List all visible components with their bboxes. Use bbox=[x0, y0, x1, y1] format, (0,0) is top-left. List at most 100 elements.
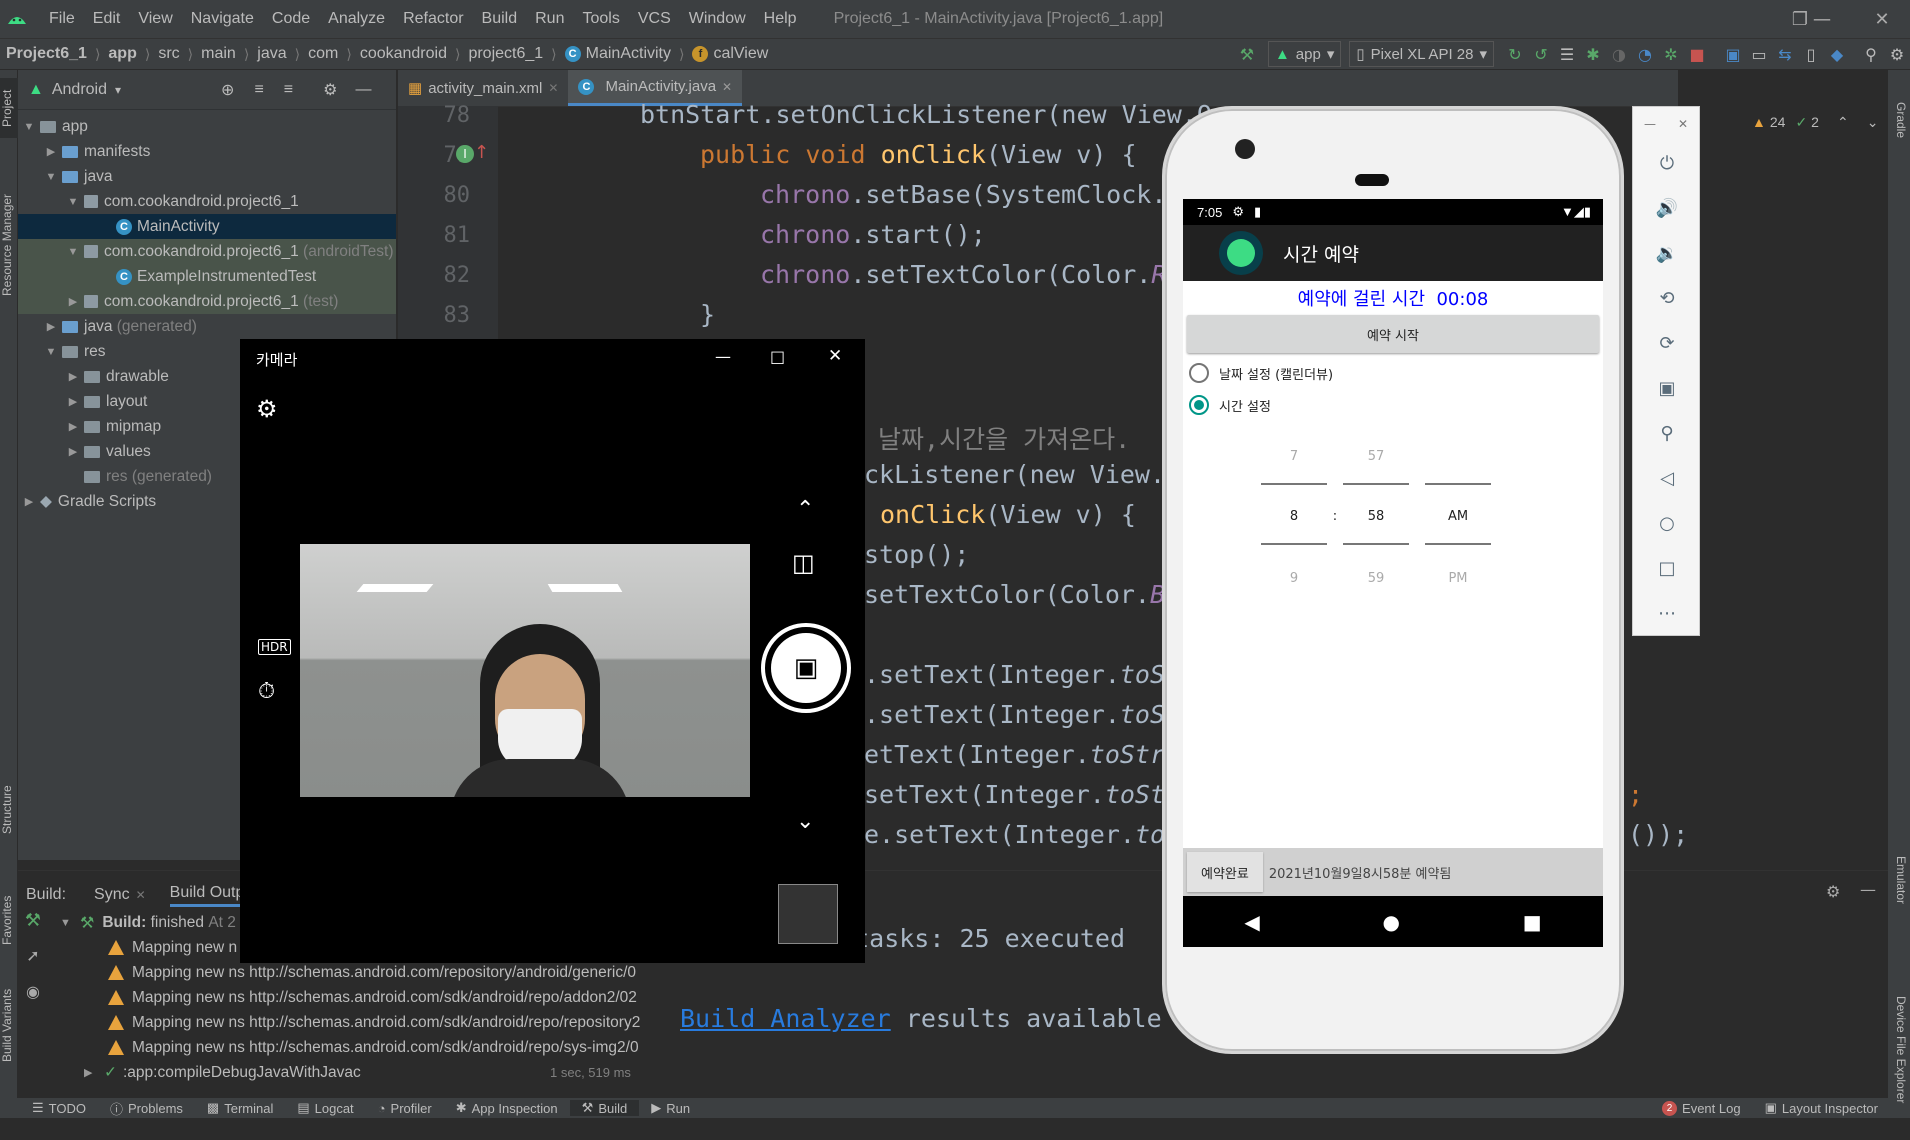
chevron-up-icon[interactable]: ⌃ bbox=[796, 497, 814, 522]
gradle-icon[interactable]: ◆ bbox=[1824, 41, 1850, 67]
event-log[interactable]: 2 Event Log bbox=[1650, 1100, 1753, 1116]
menu-view[interactable]: View bbox=[129, 10, 181, 28]
back-icon[interactable]: ◁ bbox=[1633, 456, 1701, 501]
time-picker[interactable]: 7 57 8 : 58 AM 9 59 PM bbox=[1183, 449, 1603, 599]
tab-sync[interactable]: Sync bbox=[94, 886, 130, 904]
chevron-right-icon[interactable]: ▶ bbox=[44, 320, 58, 333]
tool-todo[interactable]: ☰ TODO bbox=[20, 1100, 98, 1116]
device-manager-icon[interactable]: ▯ bbox=[1798, 41, 1824, 67]
menu-analyze[interactable]: Analyze bbox=[319, 10, 394, 28]
picker-value[interactable]: 59 bbox=[1343, 571, 1409, 586]
chevron-up-icon[interactable]: ⌃ bbox=[1837, 114, 1849, 131]
timer-icon[interactable]: ⏱ bbox=[258, 679, 275, 704]
tool-problems[interactable]: ⓘ Problems bbox=[98, 1099, 195, 1118]
breadcrumb-project[interactable]: Project6_1 bbox=[6, 45, 87, 63]
home-icon[interactable]: ○ bbox=[1633, 501, 1701, 546]
chevron-right-icon[interactable]: ▶ bbox=[66, 295, 80, 308]
zoom-icon[interactable]: ⚲ bbox=[1633, 411, 1701, 456]
profile-icon[interactable]: ◔ bbox=[1632, 41, 1658, 67]
expand-all-icon[interactable]: ≡ bbox=[254, 81, 263, 99]
chevron-down-icon[interactable]: ▼ bbox=[22, 121, 36, 133]
breadcrumb-mainactivity[interactable]: MainActivity bbox=[586, 45, 671, 63]
menu-help[interactable]: Help bbox=[755, 10, 806, 28]
volume-up-icon[interactable]: 🔊 bbox=[1633, 186, 1701, 231]
build-task-row[interactable]: ▶ ✓:app:compileDebugJavaWithJavac 1 sec, 5… bbox=[60, 1060, 650, 1085]
rotate-left-icon[interactable]: ⟲ bbox=[1633, 276, 1701, 321]
hammer-icon[interactable]: ⚒ bbox=[18, 910, 48, 946]
project-view-mode[interactable]: Android bbox=[52, 81, 107, 99]
coverage-icon[interactable]: ☰ bbox=[1554, 41, 1580, 67]
stop-icon[interactable]: ■ bbox=[1684, 41, 1710, 67]
chevron-down-icon[interactable]: ▼ bbox=[44, 346, 58, 358]
attach-debugger-icon[interactable]: ◑ bbox=[1606, 41, 1632, 67]
radio-time[interactable]: 시간 설정 bbox=[1183, 389, 1603, 421]
ampm-value[interactable]: AM bbox=[1425, 509, 1491, 524]
radio-checked-icon[interactable] bbox=[1189, 395, 1209, 415]
tool-app-inspection[interactable]: ✱ App Inspection bbox=[444, 1100, 570, 1116]
gear-icon[interactable]: ⚙ bbox=[256, 395, 278, 423]
breadcrumb-java[interactable]: java bbox=[257, 45, 286, 63]
tool-emulator[interactable]: Emulator bbox=[1890, 840, 1908, 920]
close-icon[interactable]: ✕ bbox=[722, 80, 732, 94]
breadcrumb-project6_1[interactable]: project6_1 bbox=[468, 45, 543, 63]
breadcrumb-src[interactable]: src bbox=[158, 45, 179, 63]
menu-build[interactable]: Build bbox=[473, 10, 527, 28]
hide-icon[interactable]: — bbox=[355, 81, 371, 99]
tab-activity-main[interactable]: ▦ activity_main.xml ✕ bbox=[398, 70, 568, 106]
tool-terminal[interactable]: ▩ Terminal bbox=[195, 1100, 285, 1116]
picker-value[interactable]: 7 bbox=[1261, 449, 1327, 464]
tool-project[interactable]: Project bbox=[0, 78, 18, 138]
chevron-right-icon[interactable]: ▶ bbox=[66, 420, 80, 433]
avd-manager-icon[interactable]: ▭ bbox=[1746, 41, 1772, 67]
menu-refactor[interactable]: Refactor bbox=[394, 10, 472, 28]
video-mode-icon[interactable]: ◫ bbox=[792, 549, 815, 577]
inspection-widget[interactable]: ▲ 24 ✓ 2 ⌃ ⌄ bbox=[1752, 114, 1878, 131]
menu-code[interactable]: Code bbox=[263, 10, 319, 28]
build-analyzer-link[interactable]: Build Analyzer bbox=[680, 1004, 891, 1033]
tool-build-variants[interactable]: Build Variants bbox=[0, 970, 18, 1080]
chevron-right-icon[interactable]: ▶ bbox=[66, 370, 80, 383]
home-icon[interactable]: ● bbox=[1383, 910, 1400, 934]
close-icon[interactable]: ✕ bbox=[1678, 117, 1688, 131]
settings-icon[interactable]: ⚙ bbox=[1884, 41, 1910, 67]
tree-item-java-generated[interactable]: ▶ java (generated) bbox=[18, 314, 396, 339]
tree-item-package-androidtest[interactable]: ▼ com.cookandroid.project6_1 (androidTest… bbox=[18, 239, 396, 264]
tree-item-mainactivity[interactable]: C MainActivity bbox=[18, 214, 396, 239]
hammer-icon[interactable]: ⚒ bbox=[1234, 41, 1260, 67]
tool-resource-manager[interactable]: Resource Manager bbox=[0, 170, 18, 320]
breadcrumb-com[interactable]: com bbox=[308, 45, 338, 63]
picker-value[interactable]: PM bbox=[1425, 571, 1491, 586]
screenshot-icon[interactable]: ▣ bbox=[1633, 366, 1701, 411]
hide-icon[interactable]: — bbox=[1860, 880, 1876, 899]
breadcrumb-cookandroid[interactable]: cookandroid bbox=[360, 45, 447, 63]
close-icon[interactable]: ✕ bbox=[548, 81, 558, 95]
layout-inspector[interactable]: ▣ Layout Inspector bbox=[1753, 1100, 1890, 1116]
build-message[interactable]: Mapping new ns http://schemas.android.co… bbox=[60, 985, 650, 1010]
chevron-right-icon[interactable]: ▶ bbox=[22, 495, 36, 508]
menu-run[interactable]: Run bbox=[526, 10, 573, 28]
radio-unchecked-icon[interactable] bbox=[1189, 363, 1209, 383]
tool-structure[interactable]: Structure bbox=[0, 770, 18, 850]
overview-icon[interactable]: □ bbox=[1633, 546, 1701, 591]
chevron-right-icon[interactable]: ▶ bbox=[66, 395, 80, 408]
collapse-all-icon[interactable]: ≡ bbox=[284, 81, 293, 99]
tool-logcat[interactable]: ▤ Logcat bbox=[285, 1100, 365, 1116]
hdr-icon[interactable]: HDR bbox=[258, 639, 291, 655]
eye-icon[interactable]: ◉ bbox=[18, 982, 48, 1018]
breadcrumb-app[interactable]: app bbox=[108, 45, 136, 63]
capture-button[interactable]: ▣ bbox=[761, 623, 851, 713]
override-icon[interactable]: I bbox=[456, 145, 474, 163]
tool-run[interactable]: ▶ Run bbox=[639, 1100, 702, 1116]
reservation-done-button[interactable]: 예약완료 bbox=[1187, 852, 1263, 892]
power-icon[interactable]: ⏻ bbox=[1633, 141, 1701, 186]
apply-code-changes-icon[interactable]: ↺ bbox=[1528, 41, 1554, 67]
tool-device-file-explorer[interactable]: Device File Explorer bbox=[1890, 960, 1908, 1140]
radio-date[interactable]: 날짜 설정 (캘린더뷰) bbox=[1183, 357, 1603, 389]
gallery-thumbnail[interactable] bbox=[778, 884, 838, 944]
close-button[interactable]: ✕ bbox=[1860, 0, 1904, 38]
build-message[interactable]: Mapping new ns http://schemas.android.co… bbox=[60, 960, 650, 985]
menu-window[interactable]: Window bbox=[680, 10, 755, 28]
chevron-right-icon[interactable]: ▶ bbox=[84, 1066, 104, 1079]
menu-navigate[interactable]: Navigate bbox=[182, 10, 263, 28]
tab-build-output[interactable]: Build Outp bbox=[169, 884, 245, 907]
